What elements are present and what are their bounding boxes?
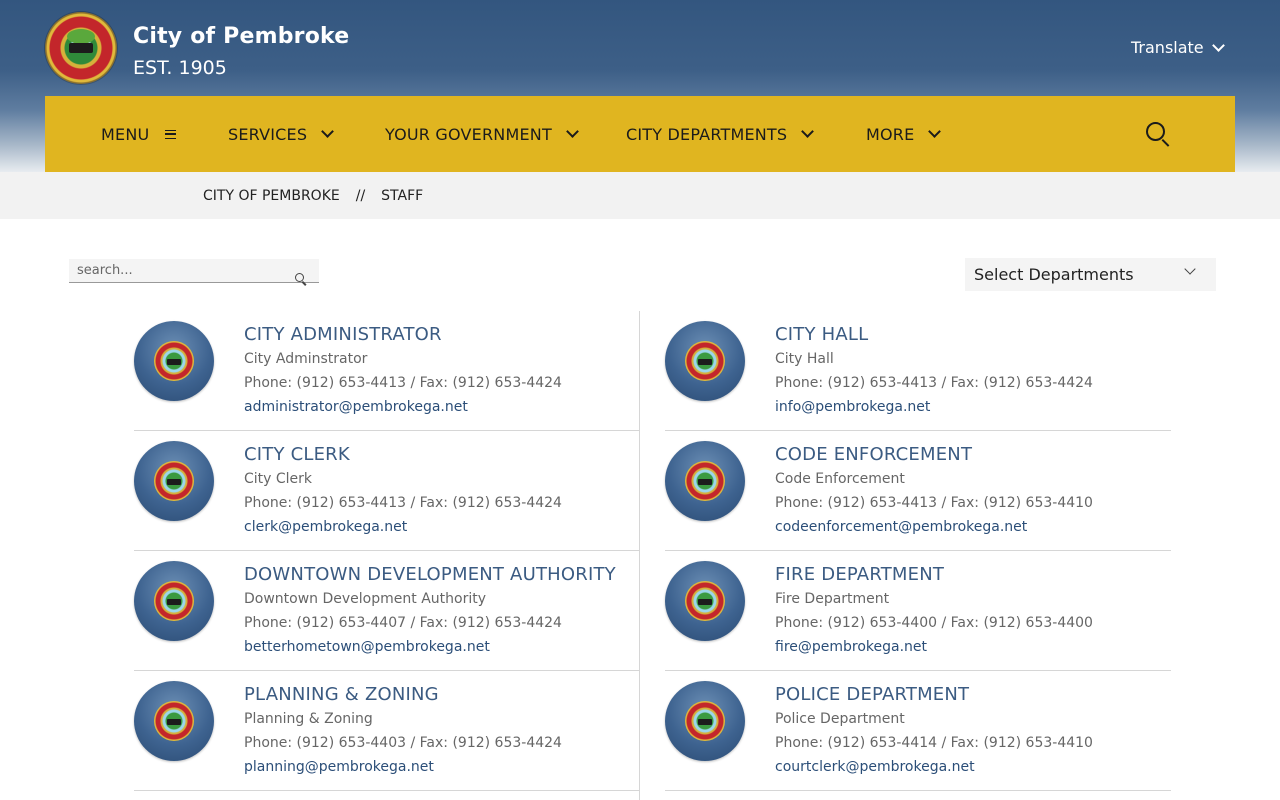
staff-role: Downtown Development Authority bbox=[244, 591, 486, 607]
staff-card: PLANNING & ZONING Planning & Zoning Phon… bbox=[134, 671, 640, 791]
department-select-value: Select Departments bbox=[974, 265, 1134, 284]
staff-email-link[interactable]: courtclerk@pembrokega.net bbox=[775, 759, 975, 775]
staff-title[interactable]: FIRE DEPARTMENT bbox=[775, 564, 944, 585]
staff-avatar bbox=[134, 681, 214, 761]
search-icon[interactable] bbox=[295, 273, 307, 286]
staff-email-link[interactable]: betterhometown@pembrokega.net bbox=[244, 639, 490, 655]
staff-card: POLICE DEPARTMENT Police Department Phon… bbox=[665, 671, 1171, 791]
nav-services-label: SERVICES bbox=[228, 124, 308, 144]
staff-title[interactable]: POLICE DEPARTMENT bbox=[775, 684, 969, 705]
hamburger-icon bbox=[165, 129, 177, 139]
staff-avatar bbox=[134, 441, 214, 521]
staff-role: City Adminstrator bbox=[244, 351, 368, 367]
staff-card: CODE ENFORCEMENT Code Enforcement Phone:… bbox=[665, 431, 1171, 551]
staff-phone: Phone: (912) 653-4413 / Fax: (912) 653-4… bbox=[244, 375, 562, 391]
staff-phone: Phone: (912) 653-4413 / Fax: (912) 653-4… bbox=[775, 495, 1093, 511]
staff-role: City Clerk bbox=[244, 471, 313, 487]
staff-avatar bbox=[134, 561, 214, 641]
search-icon-handle bbox=[301, 281, 307, 286]
nav-more-label: MORE bbox=[866, 124, 915, 144]
chevron-down-icon bbox=[566, 125, 579, 138]
seal-icon bbox=[685, 701, 725, 741]
staff-role: Planning & Zoning bbox=[244, 711, 373, 727]
staff-card: CITY CLERK City Clerk Phone: (912) 653-4… bbox=[134, 431, 640, 551]
nav-services[interactable]: SERVICES bbox=[228, 96, 335, 172]
staff-avatar bbox=[134, 321, 214, 401]
staff-phone: Phone: (912) 653-4414 / Fax: (912) 653-4… bbox=[775, 735, 1093, 751]
staff-title[interactable]: CITY CLERK bbox=[244, 444, 350, 465]
seal-tree bbox=[67, 29, 95, 44]
staff-phone: Phone: (912) 653-4413 / Fax: (912) 653-4… bbox=[775, 375, 1093, 391]
nav-menu[interactable]: MENU bbox=[101, 96, 177, 172]
search-input[interactable] bbox=[69, 259, 289, 282]
staff-role: Code Enforcement bbox=[775, 471, 905, 487]
staff-card: FIRE DEPARTMENT Fire Department Phone: (… bbox=[665, 551, 1171, 671]
translate-button[interactable]: Translate bbox=[1131, 38, 1225, 57]
seal-icon bbox=[685, 581, 725, 621]
nav-your-government-label: YOUR GOVERNMENT bbox=[385, 124, 552, 144]
nav-more[interactable]: MORE bbox=[866, 96, 942, 172]
staff-title[interactable]: PLANNING & ZONING bbox=[244, 684, 439, 705]
staff-phone: Phone: (912) 653-4413 / Fax: (912) 653-4… bbox=[244, 495, 562, 511]
search-icon-handle bbox=[1161, 139, 1170, 147]
translate-label: Translate bbox=[1131, 38, 1204, 57]
seal-icon bbox=[154, 341, 194, 381]
staff-avatar bbox=[665, 441, 745, 521]
chevron-down-icon bbox=[1184, 263, 1196, 275]
staff-phone: Phone: (912) 653-4403 / Fax: (912) 653-4… bbox=[244, 735, 562, 751]
nav-city-departments-label: CITY DEPARTMENTS bbox=[626, 124, 788, 144]
seal-icon bbox=[154, 461, 194, 501]
staff-phone: Phone: (912) 653-4407 / Fax: (912) 653-4… bbox=[244, 615, 562, 631]
nav-menu-label: MENU bbox=[101, 124, 150, 144]
staff-title[interactable]: CODE ENFORCEMENT bbox=[775, 444, 972, 465]
staff-card: CITY ADMINISTRATOR City Adminstrator Pho… bbox=[134, 311, 640, 431]
chevron-down-icon bbox=[1211, 38, 1225, 52]
breadcrumb: CITY OF PEMBROKE // STAFF bbox=[203, 188, 423, 204]
staff-email-link[interactable]: administrator@pembrokega.net bbox=[244, 399, 468, 415]
staff-title[interactable]: DOWNTOWN DEVELOPMENT AUTHORITY bbox=[244, 564, 616, 585]
breadcrumb-bar bbox=[0, 172, 1280, 219]
staff-email-link[interactable]: fire@pembrokega.net bbox=[775, 639, 927, 655]
staff-email-link[interactable]: planning@pembrokega.net bbox=[244, 759, 434, 775]
staff-email-link[interactable]: codeenforcement@pembrokega.net bbox=[775, 519, 1027, 535]
seal-icon bbox=[685, 341, 725, 381]
staff-email-link[interactable]: clerk@pembrokega.net bbox=[244, 519, 407, 535]
chevron-down-icon bbox=[801, 125, 815, 138]
staff-search bbox=[69, 259, 319, 286]
site-title[interactable]: City of Pembroke bbox=[133, 24, 349, 49]
nav-your-government[interactable]: YOUR GOVERNMENT bbox=[385, 96, 579, 172]
seal-icon bbox=[154, 581, 194, 621]
staff-avatar bbox=[665, 321, 745, 401]
department-select[interactable]: Select Departments bbox=[965, 258, 1216, 291]
breadcrumb-separator: // bbox=[355, 188, 366, 204]
staff-phone: Phone: (912) 653-4400 / Fax: (912) 653-4… bbox=[775, 615, 1093, 631]
staff-card: DOWNTOWN DEVELOPMENT AUTHORITY Downtown … bbox=[134, 551, 640, 671]
staff-email-link[interactable]: info@pembrokega.net bbox=[775, 399, 930, 415]
nav-city-departments[interactable]: CITY DEPARTMENTS bbox=[626, 96, 815, 172]
city-seal-logo[interactable] bbox=[45, 12, 117, 84]
breadcrumb-home[interactable]: CITY OF PEMBROKE bbox=[203, 188, 340, 204]
main-nav: MENU SERVICES YOUR GOVERNMENT CITY DEPAR… bbox=[45, 96, 1235, 172]
search-icon[interactable] bbox=[1146, 122, 1172, 148]
staff-avatar bbox=[665, 681, 745, 761]
chevron-down-icon bbox=[928, 125, 942, 138]
staff-card: CITY HALL City Hall Phone: (912) 653-441… bbox=[665, 311, 1171, 431]
staff-title[interactable]: CITY ADMINISTRATOR bbox=[244, 324, 442, 345]
seal-icon bbox=[685, 461, 725, 501]
staff-role: City Hall bbox=[775, 351, 834, 367]
staff-title[interactable]: CITY HALL bbox=[775, 324, 868, 345]
staff-avatar bbox=[665, 561, 745, 641]
chevron-down-icon bbox=[321, 125, 335, 138]
staff-role: Police Department bbox=[775, 711, 905, 727]
site-subtitle: EST. 1905 bbox=[133, 57, 227, 79]
breadcrumb-current: STAFF bbox=[381, 188, 424, 204]
staff-role: Fire Department bbox=[775, 591, 890, 607]
seal-train bbox=[69, 43, 93, 53]
seal-icon bbox=[154, 701, 194, 741]
